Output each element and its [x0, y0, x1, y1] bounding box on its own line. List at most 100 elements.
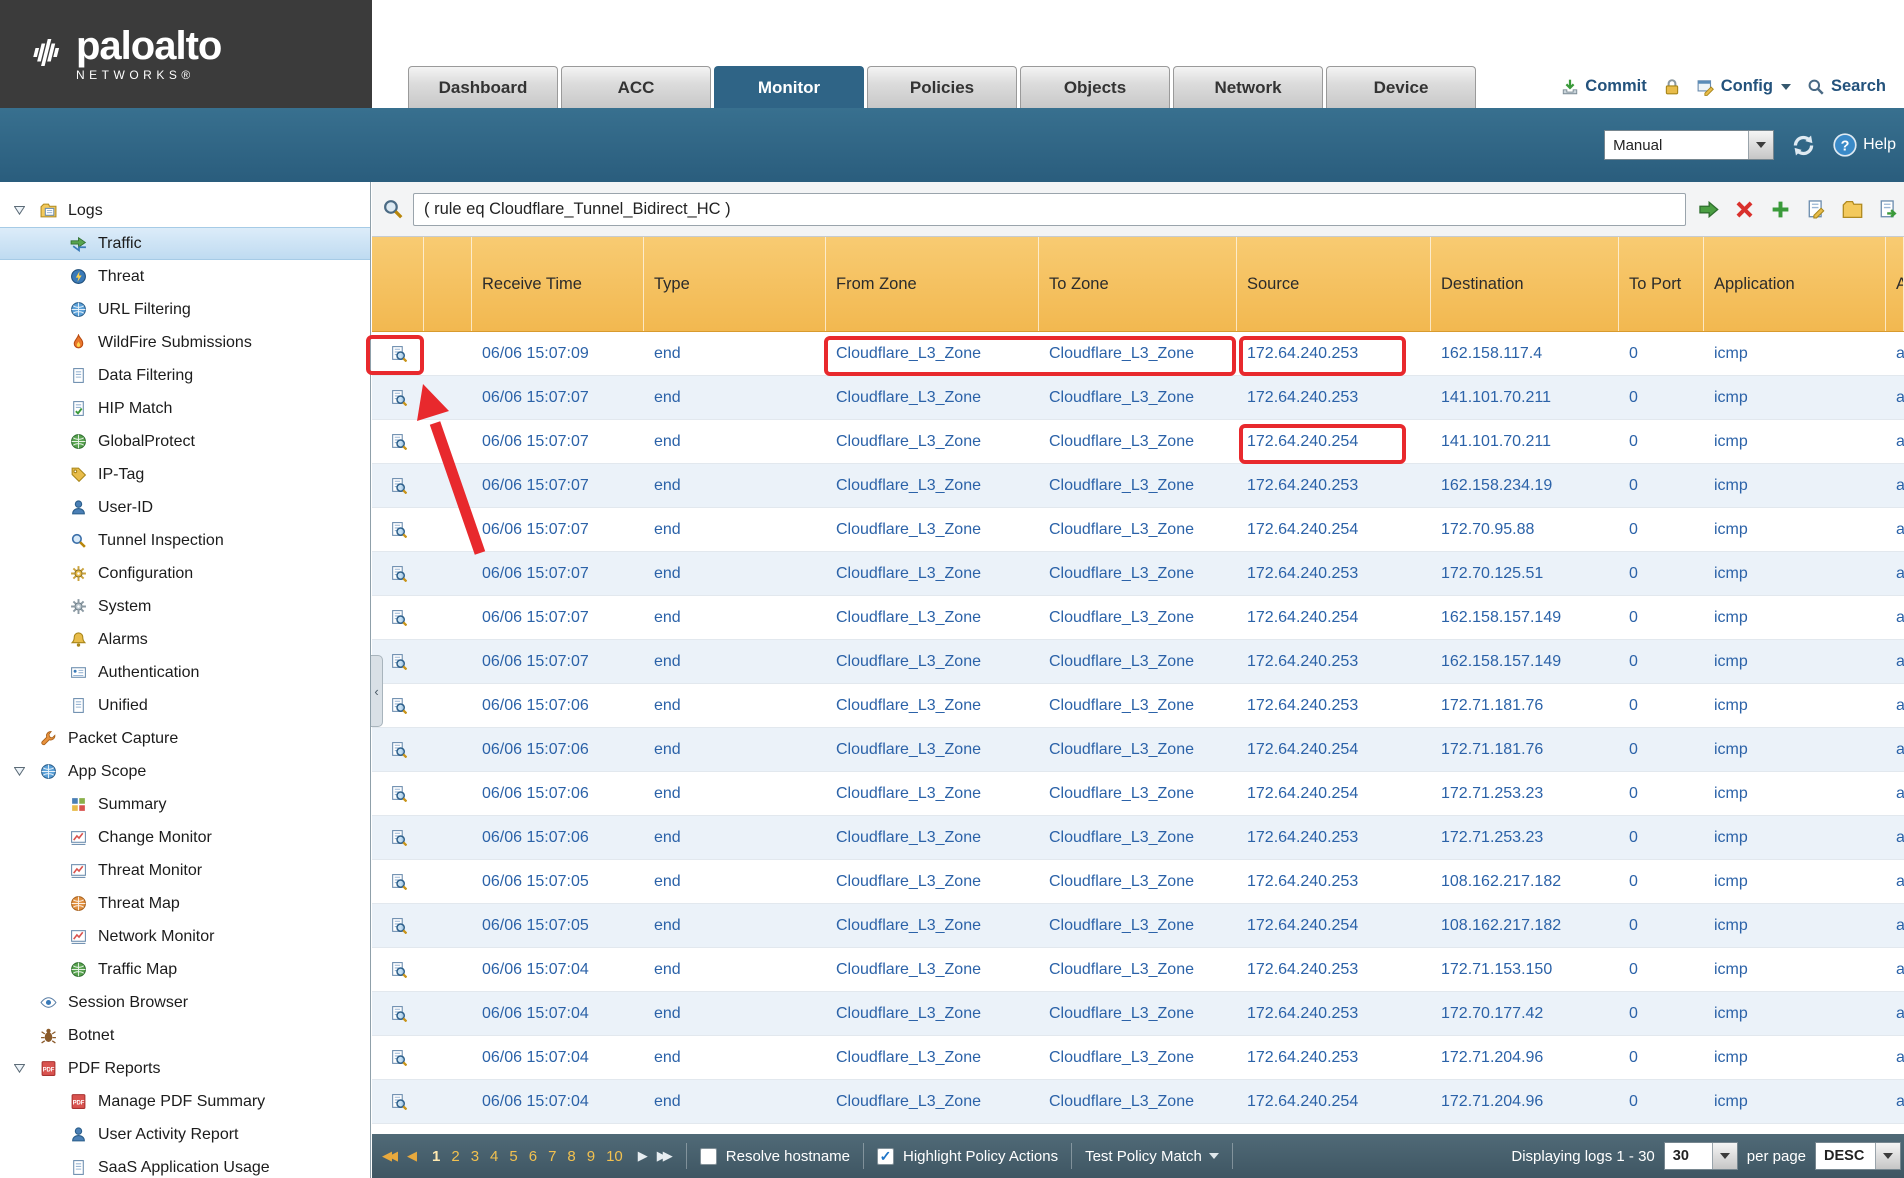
table-row[interactable]: 06/06 15:07:06endCloudflare_L3_ZoneCloud… — [372, 684, 1904, 728]
commit-button[interactable]: Commit — [1561, 77, 1646, 96]
tab-dashboard[interactable]: Dashboard — [408, 66, 558, 108]
table-row[interactable]: 06/06 15:07:04endCloudflare_L3_ZoneCloud… — [372, 992, 1904, 1036]
log-detail-icon[interactable] — [372, 860, 424, 903]
sidebar-item-data-filtering[interactable]: Data Filtering — [0, 359, 370, 392]
log-detail-icon[interactable] — [372, 1080, 424, 1123]
sidebar-item-authentication[interactable]: Authentication — [0, 656, 370, 689]
commit-mode-select[interactable]: Manual — [1604, 130, 1774, 160]
config-menu[interactable]: Config — [1697, 77, 1791, 96]
test-policy-match-button[interactable]: Test Policy Match — [1085, 1148, 1219, 1165]
chevron-down-icon[interactable] — [1712, 1143, 1737, 1169]
column-header-to-port[interactable]: To Port — [1619, 237, 1704, 331]
sidebar-item-pdf-reports[interactable]: PDFPDF Reports — [0, 1052, 370, 1085]
resolve-hostname-checkbox[interactable] — [700, 1148, 717, 1165]
sidebar-item-system[interactable]: System — [0, 590, 370, 623]
sidebar-item-network-monitor[interactable]: Network Monitor — [0, 920, 370, 953]
sidebar-item-traffic-map[interactable]: Traffic Map — [0, 953, 370, 986]
log-detail-icon[interactable] — [372, 464, 424, 507]
table-row[interactable]: 06/06 15:07:06endCloudflare_L3_ZoneCloud… — [372, 816, 1904, 860]
clear-filter-button[interactable] — [1731, 196, 1758, 223]
sidebar-item-botnet[interactable]: Botnet — [0, 1019, 370, 1052]
lock-button[interactable] — [1663, 78, 1681, 96]
log-detail-icon[interactable] — [372, 904, 424, 947]
page-number-2[interactable]: 2 — [451, 1148, 459, 1165]
sort-order-select[interactable]: DESC — [1815, 1142, 1901, 1170]
tree-expander-icon[interactable] — [14, 1064, 40, 1073]
log-detail-icon[interactable] — [372, 420, 424, 463]
tab-acc[interactable]: ACC — [561, 66, 711, 108]
export-logs-button[interactable] — [1875, 196, 1902, 223]
table-row[interactable]: 06/06 15:07:05endCloudflare_L3_ZoneCloud… — [372, 860, 1904, 904]
table-row[interactable]: 06/06 15:07:07endCloudflare_L3_ZoneCloud… — [372, 376, 1904, 420]
tab-policies[interactable]: Policies — [867, 66, 1017, 108]
log-detail-icon[interactable] — [372, 376, 424, 419]
page-number-9[interactable]: 9 — [587, 1148, 595, 1165]
column-header-type[interactable]: Type — [644, 237, 826, 331]
log-detail-icon[interactable] — [372, 332, 424, 375]
sidebar-item-threat-monitor[interactable]: Threat Monitor — [0, 854, 370, 887]
page-number-3[interactable]: 3 — [471, 1148, 479, 1165]
log-detail-icon[interactable] — [372, 552, 424, 595]
sidebar-item-wildfire-submissions[interactable]: WildFire Submissions — [0, 326, 370, 359]
tab-objects[interactable]: Objects — [1020, 66, 1170, 108]
column-header-destination[interactable]: Destination — [1431, 237, 1619, 331]
add-filter-button[interactable] — [1767, 196, 1794, 223]
first-page-button[interactable]: ◀◀ — [382, 1148, 394, 1164]
column-header-blank-1[interactable] — [424, 237, 472, 331]
table-row[interactable]: 06/06 15:07:06endCloudflare_L3_ZoneCloud… — [372, 772, 1904, 816]
table-row[interactable]: 06/06 15:07:06endCloudflare_L3_ZoneCloud… — [372, 728, 1904, 772]
column-header-a[interactable]: A — [1886, 237, 1904, 331]
sidebar-item-tunnel-inspection[interactable]: Tunnel Inspection — [0, 524, 370, 557]
load-filter-button[interactable] — [1839, 196, 1866, 223]
sidebar-item-ip-tag[interactable]: IP-Tag — [0, 458, 370, 491]
sidebar-item-hip-match[interactable]: HIP Match — [0, 392, 370, 425]
table-row[interactable]: 06/06 15:07:04endCloudflare_L3_ZoneCloud… — [372, 948, 1904, 992]
sidebar-item-threat-map[interactable]: Threat Map — [0, 887, 370, 920]
page-number-5[interactable]: 5 — [509, 1148, 517, 1165]
log-detail-icon[interactable] — [372, 1124, 424, 1134]
tab-device[interactable]: Device — [1326, 66, 1476, 108]
log-detail-icon[interactable] — [372, 948, 424, 991]
table-row[interactable]: 06/06 15:07:07endCloudflare_L3_ZoneCloud… — [372, 552, 1904, 596]
sidebar-item-url-filtering[interactable]: URL Filtering — [0, 293, 370, 326]
log-detail-icon[interactable] — [372, 728, 424, 771]
table-row[interactable]: 06/06 15:07:05endCloudflare_L3_ZoneCloud… — [372, 904, 1904, 948]
tab-monitor[interactable]: Monitor — [714, 66, 864, 108]
page-number-4[interactable]: 4 — [490, 1148, 498, 1165]
log-detail-icon[interactable] — [372, 772, 424, 815]
table-row[interactable]: 06/06 15:07:04endCloudflare_L3_ZoneCloud… — [372, 1080, 1904, 1124]
table-row[interactable]: 06/06 15:07:07endCloudflare_L3_ZoneCloud… — [372, 640, 1904, 684]
column-header-from-zone[interactable]: From Zone — [826, 237, 1039, 331]
filter-input[interactable] — [413, 193, 1686, 226]
refresh-icon[interactable] — [1790, 132, 1817, 159]
prev-page-button[interactable]: ◀ — [407, 1148, 417, 1164]
chevron-down-icon[interactable] — [1875, 1143, 1900, 1169]
sidebar-item-app-scope[interactable]: App Scope — [0, 755, 370, 788]
sidebar-item-session-browser[interactable]: Session Browser — [0, 986, 370, 1019]
page-number-10[interactable]: 10 — [606, 1148, 623, 1165]
sidebar-item-summary[interactable]: Summary — [0, 788, 370, 821]
column-header-application[interactable]: Application — [1704, 237, 1886, 331]
apply-filter-button[interactable] — [1695, 196, 1722, 223]
log-detail-icon[interactable] — [372, 1036, 424, 1079]
table-row[interactable]: 06/06 15:07:07endCloudflare_L3_ZoneCloud… — [372, 508, 1904, 552]
help-button[interactable]: ? Help — [1833, 133, 1896, 157]
save-filter-button[interactable] — [1803, 196, 1830, 223]
sidebar-collapse-handle[interactable]: ‹ — [371, 655, 383, 727]
log-detail-icon[interactable] — [372, 816, 424, 859]
table-row[interactable]: 06/06 15:07:04endCloudflare_L3_ZoneCloud… — [372, 1036, 1904, 1080]
column-header-source[interactable]: Source — [1237, 237, 1431, 331]
sidebar-item-threat[interactable]: Threat — [0, 260, 370, 293]
tree-expander-icon[interactable] — [14, 206, 40, 215]
highlight-policy-checkbox[interactable] — [877, 1148, 894, 1165]
sidebar-item-manage-pdf-summary[interactable]: PDFManage PDF Summary — [0, 1085, 370, 1118]
sidebar-item-change-monitor[interactable]: Change Monitor — [0, 821, 370, 854]
sidebar-item-alarms[interactable]: Alarms — [0, 623, 370, 656]
column-header-blank-0[interactable] — [372, 237, 424, 331]
log-detail-icon[interactable] — [372, 992, 424, 1035]
last-page-button[interactable]: ▶▶ — [657, 1148, 669, 1164]
sidebar-item-traffic[interactable]: Traffic — [0, 227, 370, 260]
table-row[interactable] — [372, 1124, 1904, 1134]
column-header-to-zone[interactable]: To Zone — [1039, 237, 1237, 331]
per-page-select[interactable]: 30 — [1664, 1142, 1738, 1170]
